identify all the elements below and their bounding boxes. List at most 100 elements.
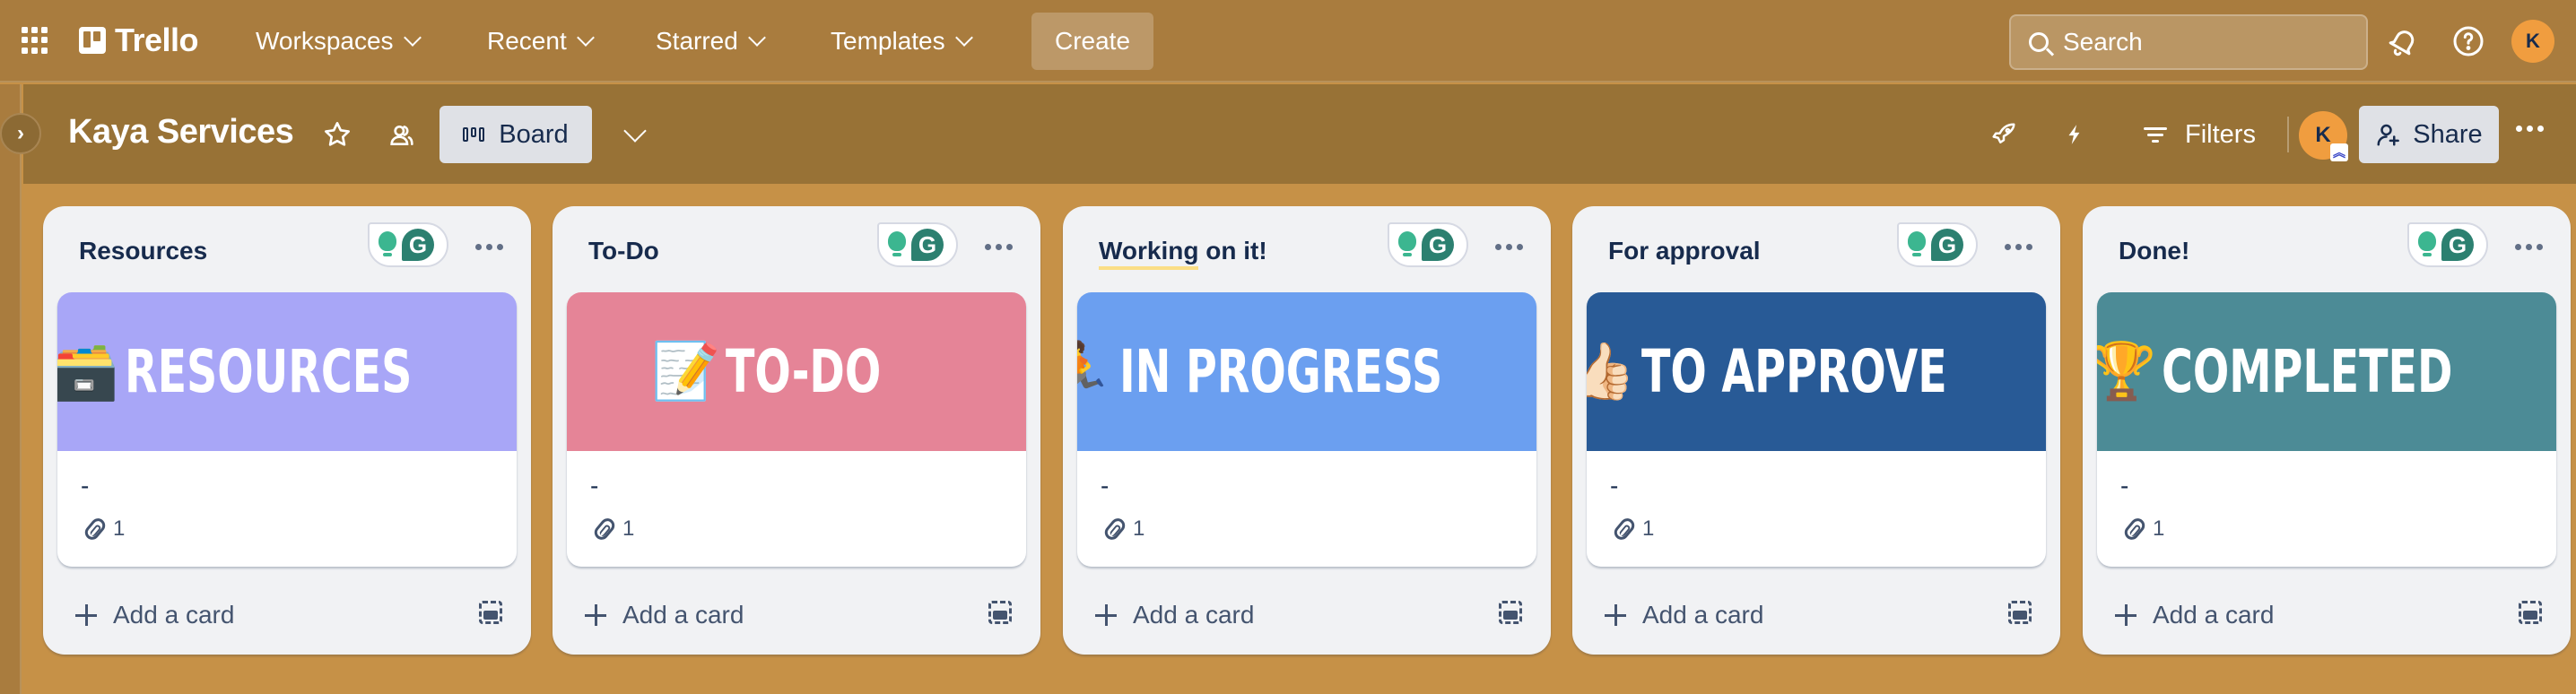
add-card-button[interactable]: Add a card bbox=[59, 590, 234, 640]
nav-recent-dropdown[interactable]: Recent bbox=[487, 22, 595, 61]
grammarly-g-icon: G bbox=[2441, 229, 2474, 261]
trello-logo[interactable]: Trello bbox=[79, 22, 199, 59]
lightning-bolt-icon bbox=[2068, 125, 2080, 144]
add-card-button[interactable]: Add a card bbox=[1079, 590, 1254, 640]
search-input[interactable] bbox=[2063, 28, 2350, 56]
bell-icon bbox=[2389, 30, 2415, 56]
board-visibility-button[interactable] bbox=[384, 117, 420, 152]
board-menu-more-icon[interactable] bbox=[2516, 126, 2544, 132]
create-from-template-icon[interactable] bbox=[479, 601, 502, 624]
board-view-icon bbox=[463, 127, 485, 142]
nav-starred-dropdown[interactable]: Starred bbox=[656, 22, 766, 61]
list-title-rest: on it! bbox=[1198, 237, 1267, 265]
nav-workspaces-dropdown[interactable]: Workspaces bbox=[256, 22, 422, 61]
create-from-template-icon[interactable] bbox=[988, 601, 1012, 624]
board-view-button[interactable]: Board bbox=[439, 106, 592, 163]
card-title: - bbox=[81, 472, 90, 499]
star-icon bbox=[325, 122, 350, 146]
memo-icon: 📝 bbox=[651, 340, 721, 403]
grammarly-widget[interactable]: G bbox=[368, 222, 448, 267]
attachment-count: 1 bbox=[622, 516, 635, 541]
switch-views-dropdown[interactable] bbox=[617, 117, 653, 152]
card[interactable]: 🗃️ RESOURCES - 1 bbox=[57, 292, 517, 567]
create-button[interactable]: Create bbox=[1031, 13, 1153, 70]
paperclip-icon bbox=[1101, 515, 1128, 543]
attachment-count: 1 bbox=[113, 516, 126, 541]
plus-icon bbox=[2115, 604, 2137, 626]
grammarly-widget[interactable]: G bbox=[1388, 222, 1468, 267]
list-for-approval: For approval G 👍🏻 TO APPROVE - 1 Add a c… bbox=[1572, 206, 2060, 655]
card[interactable]: 🏃 IN PROGRESS - 1 bbox=[1077, 292, 1536, 567]
cover-text: COMPLETED bbox=[2162, 337, 2453, 406]
search-box[interactable] bbox=[2009, 14, 2368, 70]
share-button[interactable]: Share bbox=[2359, 106, 2499, 163]
collapsed-sidebar bbox=[0, 84, 22, 694]
list-resources: Resources G 🗃️ RESOURCES - 1 Add a card bbox=[43, 206, 531, 655]
list-actions-more-icon[interactable] bbox=[475, 244, 503, 250]
share-label: Share bbox=[2413, 119, 2483, 149]
list-done: Done! G 🏆 COMPLETED - 1 Add a card bbox=[2083, 206, 2571, 655]
star-board-button[interactable] bbox=[319, 117, 355, 152]
grammarly-widget[interactable]: G bbox=[2407, 222, 2488, 267]
grammarly-g-icon: G bbox=[911, 229, 944, 261]
plus-icon bbox=[1605, 604, 1626, 626]
add-card-label: Add a card bbox=[2153, 601, 2275, 629]
expand-sidebar-button[interactable]: › bbox=[0, 113, 41, 154]
trello-logo-text: Trello bbox=[115, 22, 199, 58]
add-card-label: Add a card bbox=[1642, 601, 1764, 629]
card[interactable]: 🏆 COMPLETED - 1 bbox=[2097, 292, 2556, 567]
help-button[interactable] bbox=[2449, 22, 2488, 61]
cover-text: IN PROGRESS bbox=[1119, 337, 1443, 406]
top-navigation-bar: Trello Workspaces Recent Starred Templat… bbox=[0, 0, 2576, 82]
chevron-right-icon: › bbox=[17, 121, 24, 145]
attachment-count: 1 bbox=[1133, 516, 1145, 541]
notifications-button[interactable] bbox=[2384, 22, 2424, 61]
list-title[interactable]: Resources bbox=[79, 237, 207, 265]
add-card-label: Add a card bbox=[113, 601, 235, 629]
add-card-button[interactable]: Add a card bbox=[2099, 590, 2274, 640]
list-title[interactable]: Done! bbox=[2119, 237, 2189, 265]
user-avatar[interactable]: K bbox=[2511, 20, 2554, 63]
card[interactable]: 👍🏻 TO APPROVE - 1 bbox=[1587, 292, 2046, 567]
card[interactable]: 📝 TO-DO - 1 bbox=[567, 292, 1026, 567]
list-title[interactable]: For approval bbox=[1608, 237, 1761, 265]
chevron-down-icon bbox=[576, 29, 595, 47]
automation-button[interactable] bbox=[2057, 117, 2093, 152]
cover-text: TO-DO bbox=[726, 337, 882, 406]
create-from-template-icon[interactable] bbox=[1499, 601, 1522, 624]
attachment-badge: 1 bbox=[591, 515, 635, 543]
help-circle-icon bbox=[2453, 26, 2484, 56]
card-title: - bbox=[2120, 472, 2129, 499]
search-icon bbox=[2029, 32, 2049, 52]
card-cover: 🗃️ RESOURCES bbox=[57, 292, 517, 451]
attachment-badge: 1 bbox=[1611, 515, 1654, 543]
add-member-icon bbox=[2377, 124, 2400, 146]
list-to-do: To-Do G 📝 TO-DO - 1 Add a card bbox=[553, 206, 1040, 655]
attachment-badge: 1 bbox=[1101, 515, 1145, 543]
grammarly-widget[interactable]: G bbox=[877, 222, 958, 267]
add-card-button[interactable]: Add a card bbox=[569, 590, 744, 640]
list-actions-more-icon[interactable] bbox=[2515, 244, 2543, 250]
app-switcher-grid-icon[interactable] bbox=[22, 27, 48, 54]
list-title[interactable]: To-Do bbox=[588, 237, 659, 265]
nav-workspaces-label: Workspaces bbox=[256, 27, 394, 55]
grammarly-bulb-icon bbox=[1398, 231, 1416, 258]
list-actions-more-icon[interactable] bbox=[1495, 244, 1523, 250]
nav-recent-label: Recent bbox=[487, 27, 567, 55]
create-from-template-icon[interactable] bbox=[2008, 601, 2032, 624]
trophy-icon: 🏆 bbox=[2097, 340, 2157, 403]
list-actions-more-icon[interactable] bbox=[2005, 244, 2032, 250]
power-ups-button[interactable] bbox=[1986, 117, 2022, 152]
create-from-template-icon[interactable] bbox=[2519, 601, 2542, 624]
add-card-label: Add a card bbox=[1133, 601, 1255, 629]
add-card-button[interactable]: Add a card bbox=[1588, 590, 1763, 640]
runner-icon: 🏃 bbox=[1077, 340, 1115, 403]
card-title: - bbox=[1610, 472, 1619, 499]
grammarly-widget[interactable]: G bbox=[1897, 222, 1978, 267]
filters-button[interactable]: Filters bbox=[2144, 111, 2256, 158]
list-actions-more-icon[interactable] bbox=[985, 244, 1013, 250]
card-cover: 🏆 COMPLETED bbox=[2097, 292, 2556, 451]
board-title[interactable]: Kaya Services bbox=[68, 113, 294, 152]
list-title[interactable]: Working on it! bbox=[1099, 237, 1267, 270]
nav-templates-dropdown[interactable]: Templates bbox=[831, 22, 973, 61]
